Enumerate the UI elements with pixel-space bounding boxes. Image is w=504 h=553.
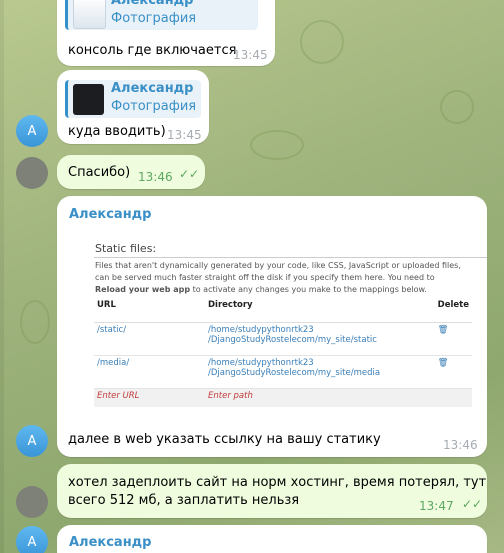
- photo-thumbnail: [73, 0, 106, 29]
- background-pattern: [250, 130, 304, 160]
- reply-sender: Александр: [111, 81, 194, 96]
- static-files-table: URL Directory Delete /static/ /home/stud…: [94, 298, 472, 407]
- table-header: Directory: [205, 298, 435, 323]
- empty-cell: [434, 388, 472, 407]
- message-time: 13:47: [419, 499, 454, 513]
- table-row: /media/ /home/studypythonrtk23/DjangoStu…: [94, 355, 472, 389]
- reply-quote[interactable]: Александр Фотография: [65, 80, 201, 118]
- url-cell: /static/: [94, 322, 205, 356]
- background-pattern: [440, 90, 474, 124]
- chat-area: Александр Фотография консоль где включае…: [0, 0, 504, 553]
- message-text: куда вводить): [68, 124, 166, 139]
- message-time: 13:46: [138, 170, 173, 184]
- message-time: 13:45: [233, 48, 268, 62]
- message-text: далее в web указать ссылку на вашу стати…: [68, 432, 381, 447]
- message-bubble[interactable]: Александр Фотография куда вводить) 13:45: [57, 70, 209, 144]
- sender-name[interactable]: Александр: [69, 535, 152, 550]
- directory-cell: /home/studypythonrtk23: [208, 358, 314, 368]
- screenshot-title: Static files:: [95, 242, 157, 255]
- trash-icon: 🗑: [434, 355, 472, 389]
- message-bubble[interactable]: Александр: [57, 525, 487, 553]
- avatar[interactable]: А: [16, 425, 48, 457]
- reply-quote[interactable]: Александр Фотография: [65, 0, 258, 30]
- chat-list-edge: [0, 0, 4, 553]
- enter-path-placeholder: Enter path: [205, 388, 435, 407]
- avatar[interactable]: [16, 157, 48, 189]
- avatar[interactable]: А: [16, 526, 48, 553]
- avatar-initial: А: [27, 433, 37, 449]
- avatar-initial: А: [27, 123, 37, 139]
- table-header: Delete: [434, 298, 472, 323]
- photo-thumbnail: [73, 84, 104, 115]
- background-pattern: [20, 300, 50, 344]
- avatar-initial: А: [27, 534, 37, 550]
- table-row: /static/ /home/studypythonrtk23/DjangoSt…: [94, 322, 472, 356]
- screenshot-description: Files that aren't dynamically generated …: [95, 261, 461, 270]
- divider: [94, 257, 487, 258]
- table-row: Enter URL Enter path: [94, 388, 472, 407]
- double-check-icon: ✓✓: [462, 497, 483, 511]
- message-text: хотел задеплоить сайт на норм хостинг, в…: [68, 475, 487, 490]
- reply-type: Фотография: [111, 99, 197, 114]
- url-cell: /media/: [94, 355, 205, 389]
- reload-link: Reload your web app: [95, 285, 191, 294]
- message-text: Спасибо): [68, 165, 131, 180]
- message-bubble[interactable]: хотел задеплоить сайт на норм хостинг, в…: [57, 464, 487, 518]
- table-header: URL: [94, 298, 205, 323]
- screenshot-description: can be served much faster straight off t…: [95, 273, 435, 282]
- message-text: консоль где включается: [68, 43, 237, 58]
- message-time: 13:46: [443, 438, 478, 452]
- message-text: всего 512 мб, а заплатить нельзя: [68, 493, 300, 508]
- directory-cell: /DjangoStudyRostelecom/my_site/static: [208, 335, 377, 345]
- avatar[interactable]: [16, 486, 48, 518]
- sender-name[interactable]: Александр: [69, 207, 152, 222]
- attached-screenshot[interactable]: Static files: Files that aren't dynamica…: [57, 236, 487, 428]
- enter-url-placeholder: Enter URL: [94, 388, 205, 407]
- message-time: 13:45: [167, 128, 202, 142]
- directory-cell: /home/studypythonrtk23: [208, 325, 314, 335]
- screenshot-description: to activate any changes you make to the …: [190, 285, 427, 294]
- background-pattern: [300, 20, 344, 64]
- avatar[interactable]: А: [16, 115, 48, 147]
- double-check-icon: ✓✓: [179, 167, 200, 181]
- trash-icon: 🗑: [434, 322, 472, 356]
- message-bubble[interactable]: Спасибо) 13:46 ✓✓: [57, 155, 205, 189]
- reply-type: Фотография: [111, 11, 197, 26]
- message-bubble[interactable]: Александр Фотография консоль где включае…: [57, 0, 275, 66]
- reply-sender: Александр: [111, 0, 194, 8]
- directory-cell: /DjangoStudyRostelecom/my_site/media: [208, 368, 381, 378]
